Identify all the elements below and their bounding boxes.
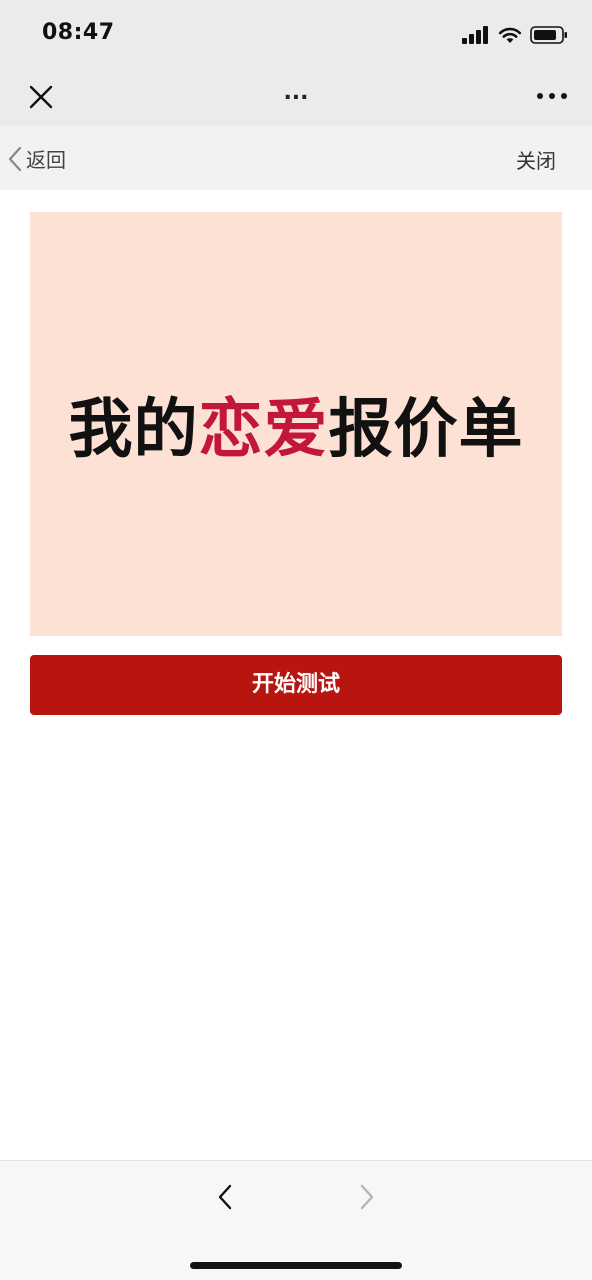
banner-image: 我的恋爱报价单 bbox=[30, 212, 562, 636]
close-button[interactable]: 关闭 bbox=[516, 145, 556, 174]
banner-title-part2: 报价单 bbox=[328, 393, 524, 467]
chevron-left-icon bbox=[8, 146, 22, 171]
battery-icon bbox=[530, 26, 567, 44]
banner-title: 我的恋爱报价单 bbox=[30, 378, 562, 470]
chevron-right-icon[interactable] bbox=[354, 1183, 380, 1211]
wifi-icon bbox=[498, 27, 522, 43]
more-icon[interactable] bbox=[536, 88, 568, 104]
status-time: 08:47 bbox=[42, 20, 115, 45]
page-title: ... bbox=[283, 80, 309, 105]
start-test-button[interactable]: 开始测试 bbox=[30, 655, 562, 715]
home-indicator bbox=[190, 1262, 402, 1269]
banner-title-accent: 恋爱 bbox=[198, 393, 329, 467]
status-icons bbox=[462, 24, 568, 46]
signal-icon bbox=[462, 26, 488, 44]
back-button[interactable]: 返回 bbox=[8, 144, 66, 173]
chevron-left-icon[interactable] bbox=[212, 1183, 238, 1211]
status-bar: 08:47 bbox=[0, 0, 592, 68]
back-label: 返回 bbox=[26, 148, 66, 172]
banner-title-part1: 我的 bbox=[68, 393, 199, 467]
bottom-toolbar bbox=[0, 1160, 592, 1280]
nav-bar: ... bbox=[0, 68, 592, 126]
sub-nav: 返回 关闭 bbox=[0, 126, 592, 190]
